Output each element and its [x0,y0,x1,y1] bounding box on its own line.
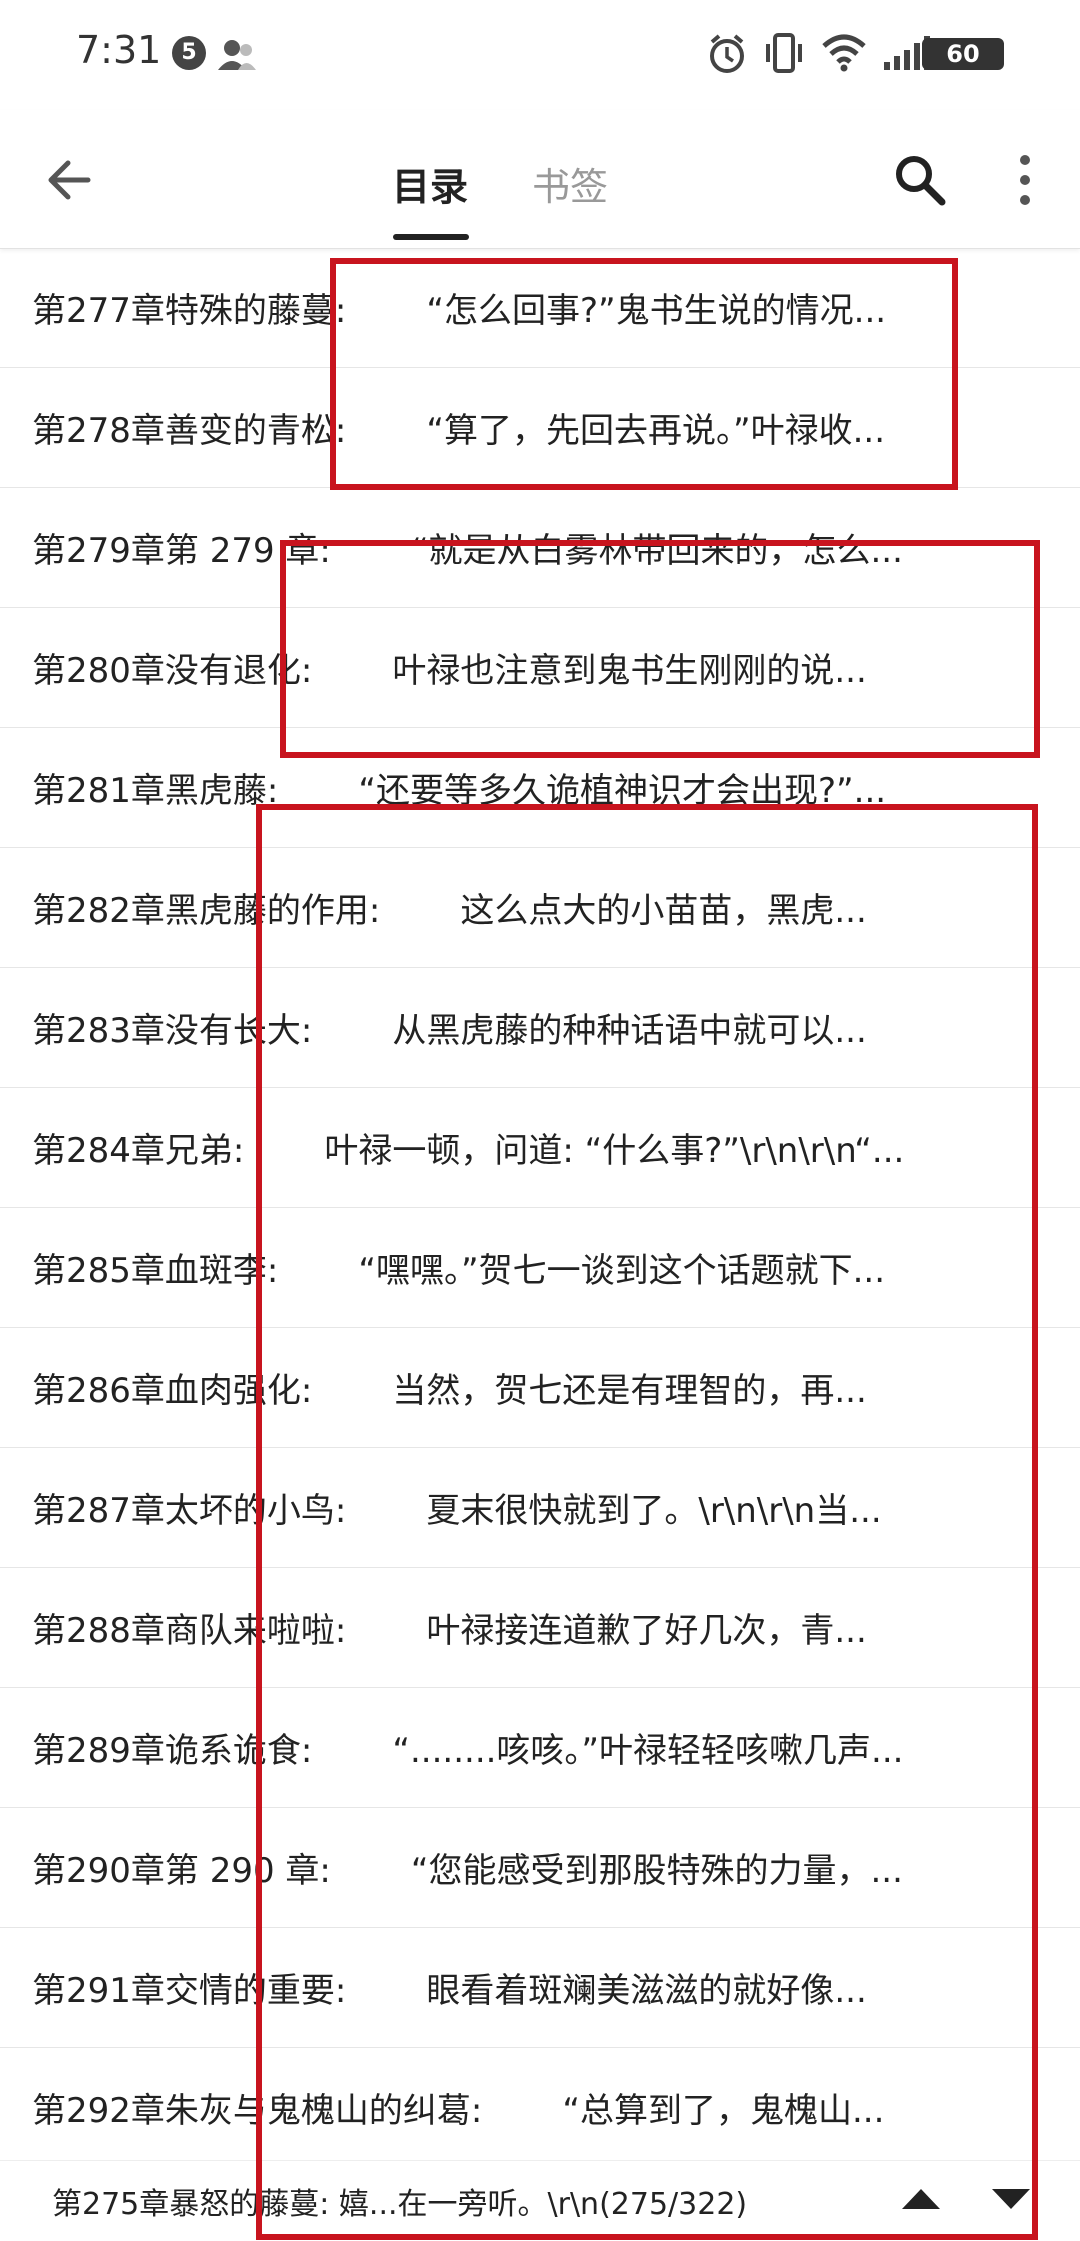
chapter-preview: 当然，贺七还是有理智的，再... [392,1371,867,1411]
chapter-preview: “就是从白雾林带回来的，怎么... [410,531,903,571]
chapter-preview: 这么点大的小苗苗，黑虎... [460,891,867,931]
vibrate-icon [766,33,802,73]
status-bar: 7:31 5 60 [0,0,1080,110]
battery-icon: 60 [922,38,1004,70]
chapter-title: 第289章诡系诡食: [32,1731,313,1771]
chapter-preview: 叶禄一顿，问道: “什么事?”\r\n\r\n“... [324,1131,905,1171]
tab-toc[interactable]: 目录 [392,156,468,211]
chapter-row[interactable]: 第284章兄弟: 叶禄一顿，问道: “什么事?”\r\n\r\n“... [0,1088,1080,1208]
chapter-row[interactable]: 第281章黑虎藤: “还要等多久诡植神识才会出现?”... [0,728,1080,848]
person-icon [218,40,256,70]
chapter-row[interactable]: 第287章太坏的小鸟: 夏末很快就到了。\r\n\r\n当... [0,1448,1080,1568]
chapter-title: 第285章血斑李: [32,1251,279,1291]
chapter-preview: “算了，先回去再说。”叶禄收... [426,411,886,451]
chapter-title: 第278章善变的青松: [32,411,347,451]
status-time: 7:31 [76,28,162,72]
chapter-row[interactable]: 第288章商队来啦啦: 叶禄接连道歉了好几次，青... [0,1568,1080,1688]
current-position-bar: 第275章暴怒的藤蔓: 嬉...在一旁听。\r\n(275/322) [0,2160,1080,2241]
chapter-row[interactable]: 第289章诡系诡食: “........咳咳。”叶禄轻轻咳嗽几声... [0,1688,1080,1808]
chapter-preview: 叶禄也注意到鬼书生刚刚的说... [392,651,867,691]
chapter-row[interactable]: 第279章第 279 章: “就是从白雾林带回来的，怎么... [0,488,1080,608]
chapter-list: 第277章特殊的藤蔓: “怎么回事?”鬼书生说的情况... 第278章善变的青松:… [0,248,1080,2168]
chapter-preview: 从黑虎藤的种种话语中就可以... [392,1011,867,1051]
wifi-icon [822,34,866,72]
chapter-preview: “您能感受到那股特殊的力量，... [410,1851,903,1891]
chapter-row[interactable]: 第292章朱灰与鬼槐山的纠葛: “总算到了，鬼槐山... [0,2048,1080,2168]
chapter-title: 第277章特殊的藤蔓: [32,291,347,331]
chapter-title: 第280章没有退化: [32,651,313,691]
more-options-icon[interactable] [1000,150,1050,210]
chapter-preview: 眼看着斑斓美滋滋的就好像... [426,1971,867,2011]
chapter-row[interactable]: 第280章没有退化: 叶禄也注意到鬼书生刚刚的说... [0,608,1080,728]
chapter-title: 第282章黑虎藤的作用: [32,891,381,931]
scroll-top-icon[interactable] [898,2179,944,2219]
chapter-title: 第281章黑虎藤: [32,771,279,811]
chapter-row[interactable]: 第285章血斑李: “嘿嘿。”贺七一谈到这个话题就下... [0,1208,1080,1328]
chapter-preview: 夏末很快就到了。\r\n\r\n当... [426,1491,882,1531]
chapter-title: 第290章第 290 章: [32,1851,331,1891]
tab-bookmarks[interactable]: 书签 [532,156,608,211]
chapter-title: 第279章第 279 章: [32,531,331,571]
chapter-title: 第283章没有长大: [32,1011,313,1051]
chapter-preview: “........咳咳。”叶禄轻轻咳嗽几声... [392,1731,904,1771]
alarm-icon [710,34,744,73]
current-chapter-text[interactable]: 第275章暴怒的藤蔓: 嬉...在一旁听。\r\n(275/322) [52,2179,747,2223]
tab-indicator [393,234,469,240]
chapter-preview: “嘿嘿。”贺七一谈到这个话题就下... [358,1251,886,1291]
chapter-title: 第286章血肉强化: [32,1371,313,1411]
chapter-title: 第284章兄弟: [32,1131,245,1171]
chapter-preview: “怎么回事?”鬼书生说的情况... [426,291,887,331]
chapter-row[interactable]: 第290章第 290 章: “您能感受到那股特殊的力量，... [0,1808,1080,1928]
search-icon[interactable] [890,150,950,210]
back-arrow-icon[interactable] [40,150,100,210]
chapter-row[interactable]: 第277章特殊的藤蔓: “怎么回事?”鬼书生说的情况... [0,248,1080,368]
chapter-preview: “还要等多久诡植神识才会出现?”... [358,771,887,811]
notification-badge: 5 [172,36,206,70]
chapter-title: 第288章商队来啦啦: [32,1611,347,1651]
toolbar: 目录 书签 [0,110,1080,249]
chapter-preview: “总算到了，鬼槐山... [562,2091,885,2131]
chapter-row[interactable]: 第291章交情的重要: 眼看着斑斓美滋滋的就好像... [0,1928,1080,2048]
chapter-row[interactable]: 第278章善变的青松: “算了，先回去再说。”叶禄收... [0,368,1080,488]
chapter-preview: 叶禄接连道歉了好几次，青... [426,1611,867,1651]
chapter-title: 第291章交情的重要: [32,1971,347,2011]
chapter-title: 第292章朱灰与鬼槐山的纠葛: [32,2091,483,2131]
chapter-row[interactable]: 第283章没有长大: 从黑虎藤的种种话语中就可以... [0,968,1080,1088]
chapter-row[interactable]: 第286章血肉强化: 当然，贺七还是有理智的，再... [0,1328,1080,1448]
chapter-row[interactable]: 第282章黑虎藤的作用: 这么点大的小苗苗，黑虎... [0,848,1080,968]
chapter-title: 第287章太坏的小鸟: [32,1491,347,1531]
scroll-bottom-icon[interactable] [988,2179,1034,2219]
